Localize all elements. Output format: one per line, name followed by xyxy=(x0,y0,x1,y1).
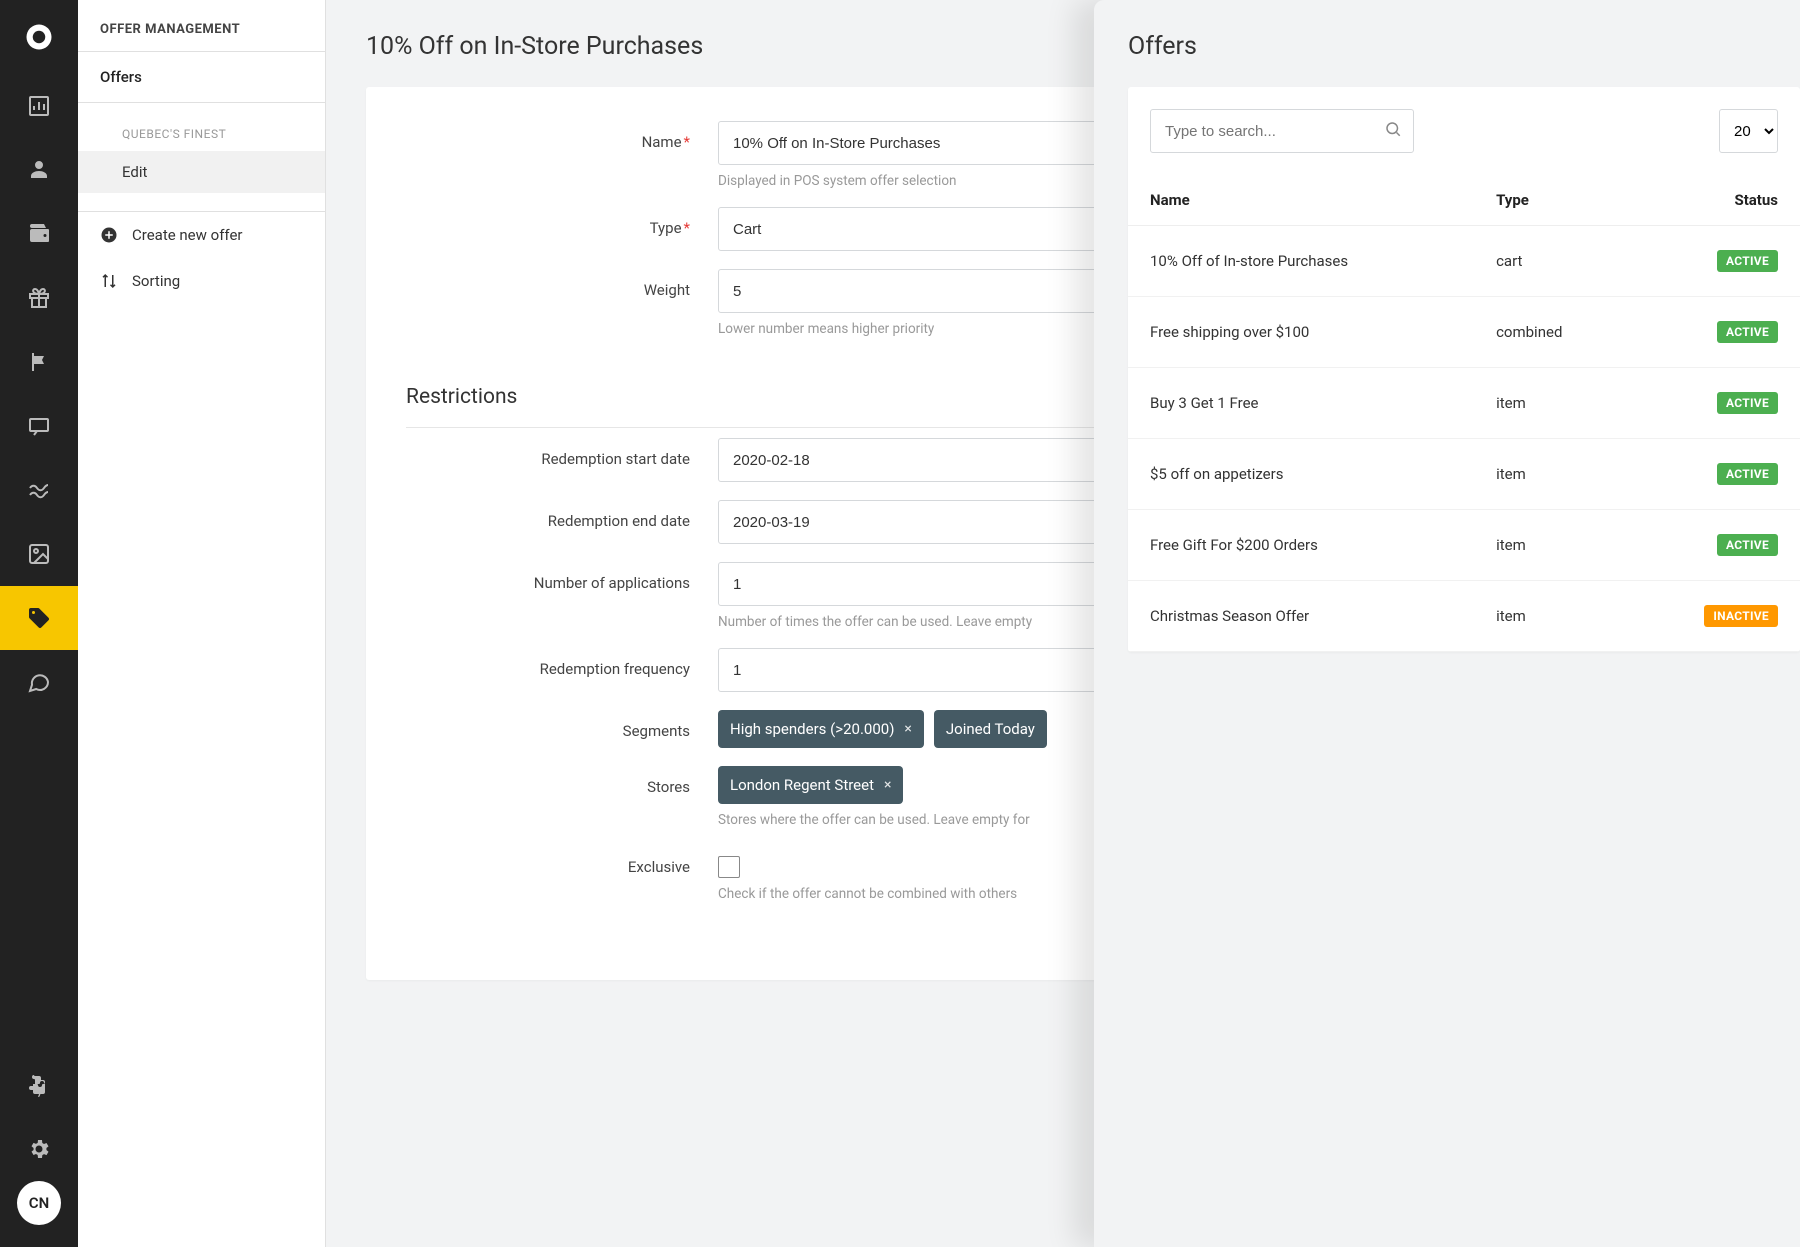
label-start-date: Redemption start date xyxy=(406,438,718,468)
search-icon[interactable] xyxy=(1384,120,1402,142)
cell-status: ACTIVE xyxy=(1632,297,1800,368)
nav-tag-icon[interactable] xyxy=(0,586,78,650)
page-size-select[interactable]: 20 xyxy=(1719,109,1778,153)
offers-panel: Offers 20 Name Type Status 10% Off of In… xyxy=(1094,0,1800,1247)
tag-remove-icon[interactable]: × xyxy=(884,777,891,793)
table-row[interactable]: $5 off on appetizersitem ACTIVE xyxy=(1128,439,1800,510)
sidebar-item-label: Sorting xyxy=(132,272,180,290)
sidebar-item-create-offer[interactable]: Create new offer xyxy=(78,212,325,258)
cell-type: item xyxy=(1474,439,1632,510)
sidebar-category: QUEBEC'S FINEST xyxy=(78,117,325,151)
status-badge: INACTIVE xyxy=(1704,605,1778,627)
label-name: Name* xyxy=(406,121,718,151)
tag-label: Joined Today xyxy=(946,720,1035,738)
cell-type: combined xyxy=(1474,297,1632,368)
cell-type: item xyxy=(1474,581,1632,652)
segment-tag[interactable]: Joined Today xyxy=(934,710,1047,748)
status-badge: ACTIVE xyxy=(1717,534,1778,556)
status-badge: ACTIVE xyxy=(1717,463,1778,485)
sidebar-item-sorting[interactable]: Sorting xyxy=(78,258,325,304)
label-applications: Number of applications xyxy=(406,562,718,592)
tag-label: London Regent Street xyxy=(730,776,874,794)
nav-users-icon[interactable] xyxy=(0,138,78,202)
cell-type: cart xyxy=(1474,226,1632,297)
nav-gift-icon[interactable] xyxy=(0,266,78,330)
offers-panel-title: Offers xyxy=(1128,32,1800,61)
sorting-icon xyxy=(100,272,118,290)
nav-flag-icon[interactable] xyxy=(0,330,78,394)
table-row[interactable]: Christmas Season Offeritem INACTIVE xyxy=(1128,581,1800,652)
cell-status: ACTIVE xyxy=(1632,368,1800,439)
status-badge: ACTIVE xyxy=(1717,250,1778,272)
nav-dashboard-icon[interactable] xyxy=(0,74,78,138)
nav-waves-icon[interactable] xyxy=(0,458,78,522)
exclusive-checkbox[interactable] xyxy=(718,856,740,878)
label-type: Type* xyxy=(406,207,718,237)
status-badge: ACTIVE xyxy=(1717,392,1778,414)
tag-label: High spenders (>20.000) xyxy=(730,720,894,738)
col-name[interactable]: Name xyxy=(1128,175,1474,226)
table-row[interactable]: Free shipping over $100combined ACTIVE xyxy=(1128,297,1800,368)
label-weight: Weight xyxy=(406,269,718,299)
segment-tag[interactable]: High spenders (>20.000) × xyxy=(718,710,924,748)
cell-name: Free shipping over $100 xyxy=(1128,297,1474,368)
sidebar-item-edit[interactable]: Edit xyxy=(78,151,325,193)
nav-puzzle-icon[interactable] xyxy=(0,1053,78,1117)
cell-name: Buy 3 Get 1 Free xyxy=(1128,368,1474,439)
nav-wallet-icon[interactable] xyxy=(0,202,78,266)
cell-status: INACTIVE xyxy=(1632,581,1800,652)
cell-name: $5 off on appetizers xyxy=(1128,439,1474,510)
cell-type: item xyxy=(1474,510,1632,581)
cell-name: 10% Off of In-store Purchases xyxy=(1128,226,1474,297)
offers-search-input[interactable] xyxy=(1150,109,1414,153)
sidebar-header: OFFER MANAGEMENT xyxy=(78,0,325,51)
label-stores: Stores xyxy=(406,766,718,796)
cell-type: item xyxy=(1474,368,1632,439)
plus-circle-icon xyxy=(100,226,118,244)
label-frequency: Redemption frequency xyxy=(406,648,718,678)
nav-image-icon[interactable] xyxy=(0,522,78,586)
sidebar: OFFER MANAGEMENT Offers QUEBEC'S FINEST … xyxy=(78,0,326,1247)
sidebar-item-label: Create new offer xyxy=(132,226,242,244)
cell-name: Christmas Season Offer xyxy=(1128,581,1474,652)
sidebar-item-offers[interactable]: Offers xyxy=(78,51,325,103)
app-logo xyxy=(0,0,78,74)
icon-rail: CN xyxy=(0,0,78,1247)
nav-chat-icon[interactable] xyxy=(0,650,78,714)
table-row[interactable]: Free Gift For $200 Ordersitem ACTIVE xyxy=(1128,510,1800,581)
label-segments: Segments xyxy=(406,710,718,740)
user-avatar[interactable]: CN xyxy=(17,1181,61,1225)
nav-settings-icon[interactable] xyxy=(0,1117,78,1181)
store-tag[interactable]: London Regent Street × xyxy=(718,766,903,804)
table-row[interactable]: 10% Off of In-store Purchasescart ACTIVE xyxy=(1128,226,1800,297)
col-type[interactable]: Type xyxy=(1474,175,1632,226)
cell-status: ACTIVE xyxy=(1632,439,1800,510)
cell-status: ACTIVE xyxy=(1632,226,1800,297)
nav-message-icon[interactable] xyxy=(0,394,78,458)
offers-table: Name Type Status 10% Off of In-store Pur… xyxy=(1128,175,1800,652)
tag-remove-icon[interactable]: × xyxy=(904,721,911,737)
status-badge: ACTIVE xyxy=(1717,321,1778,343)
label-end-date: Redemption end date xyxy=(406,500,718,530)
cell-name: Free Gift For $200 Orders xyxy=(1128,510,1474,581)
col-status[interactable]: Status xyxy=(1632,175,1800,226)
table-row[interactable]: Buy 3 Get 1 Freeitem ACTIVE xyxy=(1128,368,1800,439)
label-exclusive: Exclusive xyxy=(406,846,718,876)
cell-status: ACTIVE xyxy=(1632,510,1800,581)
